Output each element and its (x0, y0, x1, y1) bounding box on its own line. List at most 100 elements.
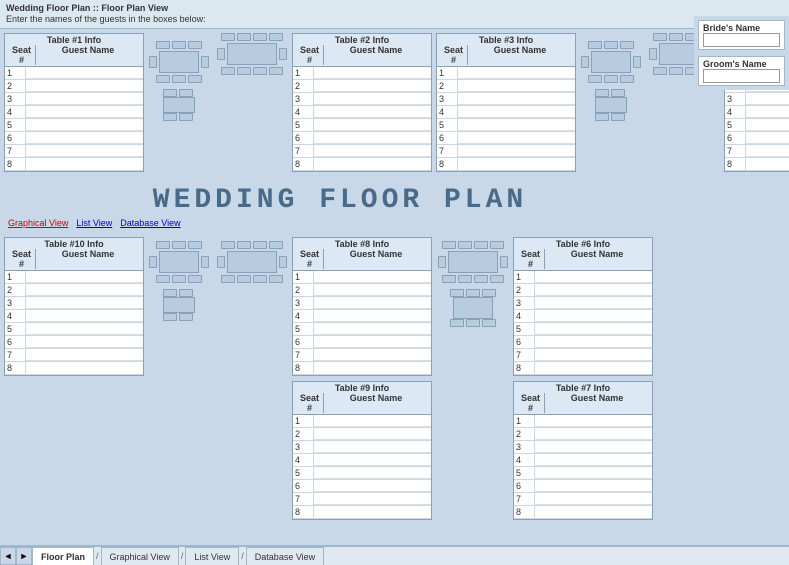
chair (269, 67, 283, 75)
seat-input[interactable] (314, 67, 431, 79)
table-row: 1 (5, 271, 143, 284)
seat-input[interactable] (314, 132, 431, 144)
seat-input[interactable] (535, 323, 652, 335)
seat-input[interactable] (535, 362, 652, 374)
table-row: 3 (514, 441, 652, 454)
seat-input[interactable] (26, 271, 143, 283)
seat-input[interactable] (26, 284, 143, 296)
seat-input[interactable] (535, 336, 652, 348)
seat-input[interactable] (26, 80, 143, 92)
nav-list[interactable]: List View (76, 218, 112, 228)
seat-input[interactable] (746, 93, 789, 105)
chairs-bottom (221, 275, 283, 283)
seat-input[interactable] (26, 362, 143, 374)
bride-name-input[interactable] (703, 33, 780, 47)
seat-input[interactable] (314, 441, 431, 453)
nav-database[interactable]: Database View (120, 218, 180, 228)
seat-input[interactable] (746, 158, 789, 170)
seat-input[interactable] (314, 467, 431, 479)
seat-input[interactable] (746, 145, 789, 157)
seat-input[interactable] (314, 271, 431, 283)
chair (442, 275, 456, 283)
seat-input[interactable] (314, 349, 431, 361)
seat-input[interactable] (458, 93, 575, 105)
seat-input[interactable] (458, 67, 575, 79)
seat-input[interactable] (314, 428, 431, 440)
seat-input[interactable] (458, 158, 575, 170)
table-row: 1 (514, 271, 652, 284)
table-row: 6 (437, 132, 575, 145)
seat-input[interactable] (535, 467, 652, 479)
seat-input[interactable] (746, 132, 789, 144)
seat-input[interactable] (535, 297, 652, 309)
table-row: 6 (5, 336, 143, 349)
seat-input[interactable] (535, 271, 652, 283)
seat-input[interactable] (746, 106, 789, 118)
tab-floor-plan[interactable]: Floor Plan (32, 547, 94, 565)
seat-input[interactable] (314, 106, 431, 118)
seat-input[interactable] (314, 493, 431, 505)
seat-input[interactable] (535, 493, 652, 505)
seat-input[interactable] (535, 506, 652, 518)
groom-name-input[interactable] (703, 69, 780, 83)
tab-database-view[interactable]: Database View (246, 547, 324, 565)
seat-input[interactable] (314, 80, 431, 92)
tables6-7-group: Table #6 Info Seat # Guest Name 1 2 3 (436, 237, 653, 520)
seat-input[interactable] (26, 67, 143, 79)
seat-input[interactable] (314, 93, 431, 105)
tab-graphical-view[interactable]: Graphical View (101, 547, 179, 565)
seat-input[interactable] (535, 310, 652, 322)
seat-input[interactable] (314, 362, 431, 374)
table-row: 4 (5, 106, 143, 119)
seat-input[interactable] (26, 106, 143, 118)
seat-input[interactable] (314, 323, 431, 335)
seat-input[interactable] (535, 428, 652, 440)
app-instruction: Enter the names of the guests in the box… (6, 14, 206, 24)
seat-input[interactable] (535, 480, 652, 492)
seat-input[interactable] (535, 415, 652, 427)
seat-input[interactable] (26, 323, 143, 335)
seat-input[interactable] (535, 349, 652, 361)
tab-list-view[interactable]: List View (185, 547, 239, 565)
seat-input[interactable] (458, 145, 575, 157)
seat-input[interactable] (314, 297, 431, 309)
seat-input[interactable] (26, 158, 143, 170)
tab-next-button[interactable]: ► (16, 547, 32, 565)
seat-input[interactable] (458, 119, 575, 131)
chair (149, 56, 157, 68)
seat-input[interactable] (26, 297, 143, 309)
table-row: 7 (437, 145, 575, 158)
seat-input[interactable] (458, 132, 575, 144)
chair (604, 75, 618, 83)
seat-input[interactable] (314, 336, 431, 348)
seat-input[interactable] (26, 119, 143, 131)
tab-prev-button[interactable]: ◄ (0, 547, 16, 565)
seat-input[interactable] (314, 310, 431, 322)
seat-input[interactable] (314, 119, 431, 131)
seat-input[interactable] (535, 284, 652, 296)
seat-input[interactable] (314, 158, 431, 170)
chair (279, 256, 287, 268)
seat-input[interactable] (314, 506, 431, 518)
seat-input[interactable] (746, 119, 789, 131)
seat-input[interactable] (314, 480, 431, 492)
nav-graphical[interactable]: Graphical View (8, 218, 68, 228)
seat-input[interactable] (314, 145, 431, 157)
seat-input[interactable] (26, 93, 143, 105)
chair (595, 89, 609, 97)
seat-input[interactable] (314, 454, 431, 466)
chair (466, 319, 480, 327)
seat-input[interactable] (26, 349, 143, 361)
seat-input[interactable] (26, 145, 143, 157)
seat-input[interactable] (314, 284, 431, 296)
seat-input[interactable] (26, 336, 143, 348)
seat-input[interactable] (458, 106, 575, 118)
table-row: 1 (293, 415, 431, 428)
seat-input[interactable] (26, 132, 143, 144)
seat-input[interactable] (535, 454, 652, 466)
seat-input[interactable] (458, 80, 575, 92)
seat-input[interactable] (26, 310, 143, 322)
seat-input[interactable] (535, 441, 652, 453)
chairs-top (221, 33, 283, 41)
seat-input[interactable] (314, 415, 431, 427)
